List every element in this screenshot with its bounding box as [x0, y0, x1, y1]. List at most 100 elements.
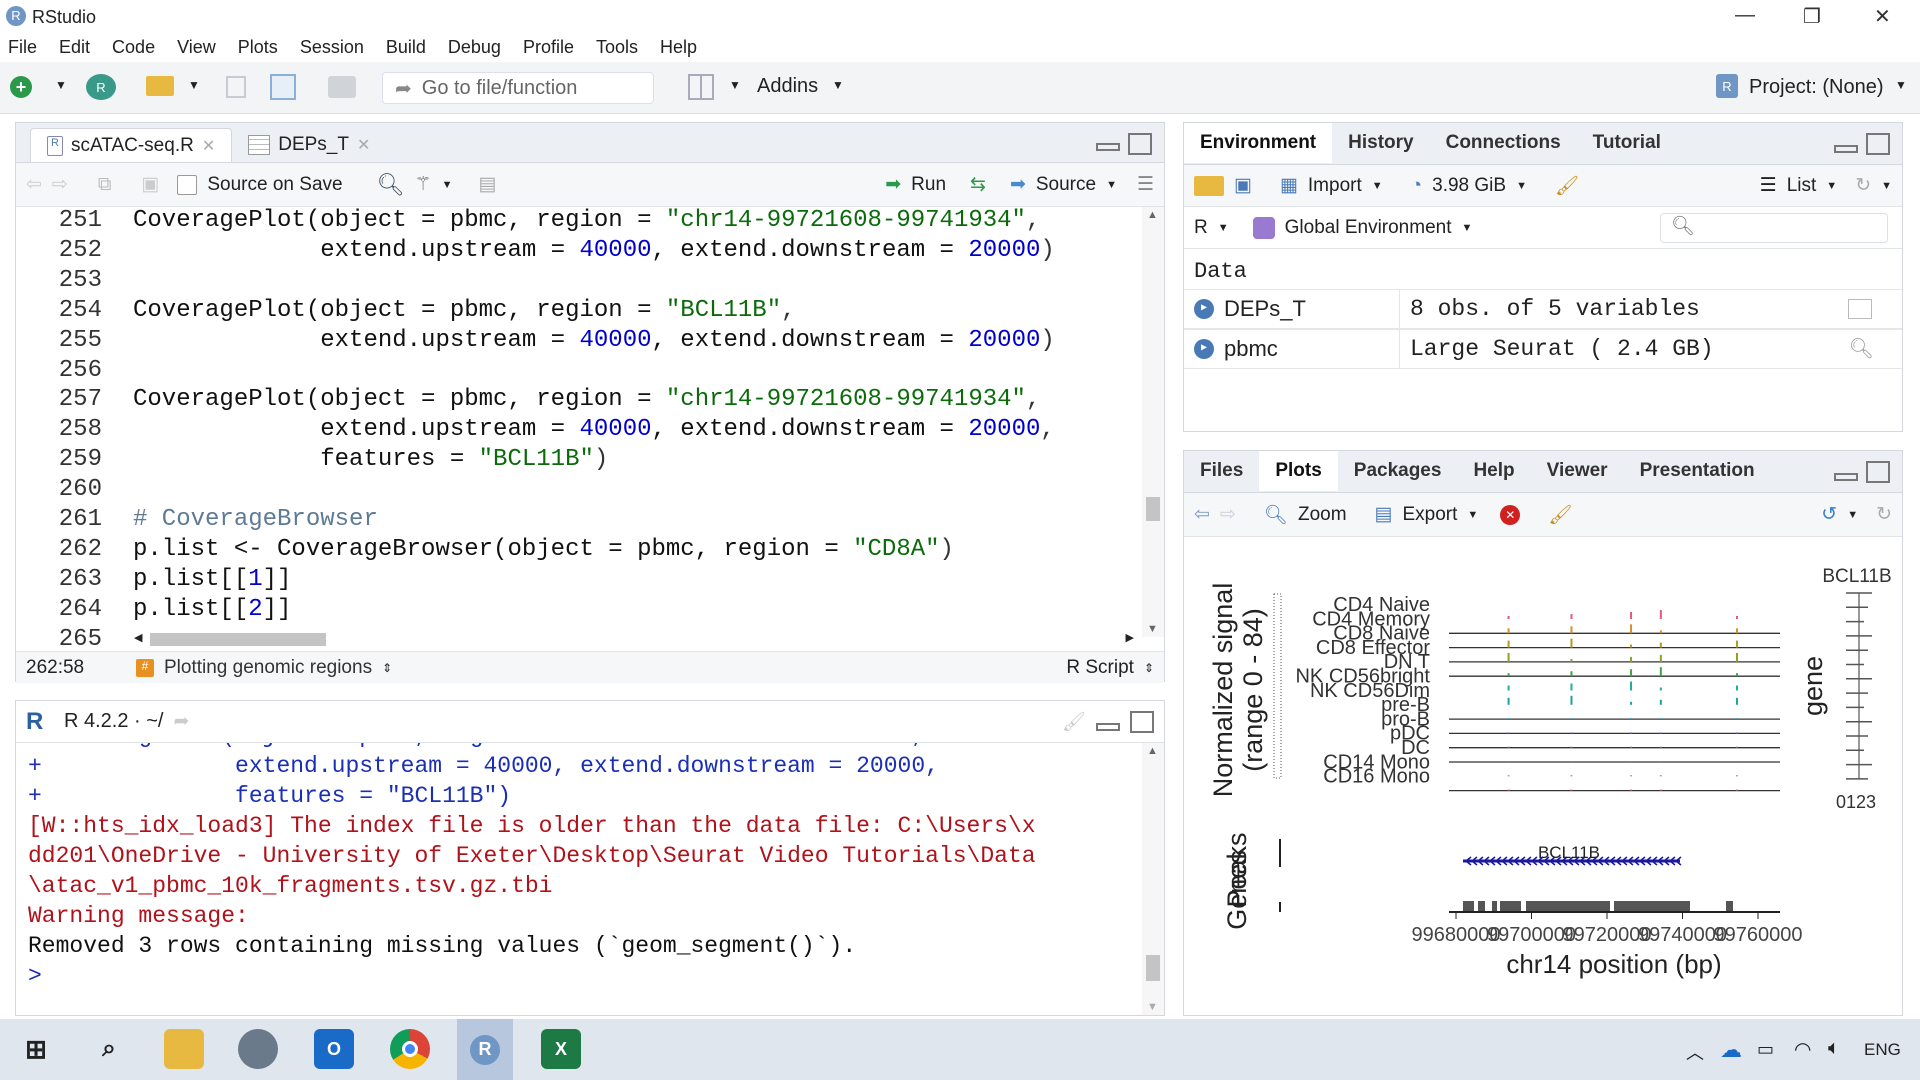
maximize-pane-icon[interactable] — [1866, 461, 1890, 483]
memory-usage[interactable]: 3.98 GiB — [1432, 175, 1506, 197]
menu-session[interactable]: Session — [300, 37, 364, 58]
tab-scatac-seq[interactable]: R scATAC-seq.R ✕ — [30, 128, 233, 162]
menu-edit[interactable]: Edit — [59, 37, 90, 58]
clear-plots-icon[interactable]: 🖌︎ — [1548, 503, 1572, 527]
next-plot-icon[interactable]: ⇨ — [1220, 503, 1236, 526]
go-to-file-input[interactable]: ➦ Go to file/function — [382, 72, 654, 104]
refresh-icon[interactable]: ↻ — [1876, 503, 1892, 526]
menu-debug[interactable]: Debug — [448, 37, 501, 58]
addins-button[interactable]: Addins — [757, 75, 818, 98]
menu-build[interactable]: Build — [386, 37, 426, 58]
pane-layout-icon[interactable] — [688, 74, 714, 100]
tab-files[interactable]: Files — [1184, 451, 1259, 491]
tab-help[interactable]: Help — [1457, 451, 1530, 491]
code-editor[interactable]: 251 CoveragePlot(object = pbmc, region = … — [16, 207, 1144, 651]
menu-help[interactable]: Help — [660, 37, 697, 58]
source-on-save-checkbox[interactable] — [177, 174, 198, 195]
magic-wand-icon[interactable]: ⚚ — [415, 173, 432, 196]
console-output[interactable]: + CoveragePlot(object = pbmc, region = "… — [16, 743, 1141, 1015]
minimize-pane-icon[interactable] — [1096, 722, 1120, 731]
save-all-icon[interactable] — [270, 74, 296, 100]
remove-plot-icon[interactable]: ✕ — [1500, 504, 1521, 525]
save-icon[interactable] — [226, 76, 246, 98]
save-icon[interactable]: ▣ — [141, 173, 159, 196]
vertical-scrollbar[interactable]: ▲ ▼ — [1142, 207, 1164, 637]
console-prompt[interactable]: > — [28, 963, 56, 989]
updown-icon[interactable]: ⇕ — [1144, 661, 1154, 675]
scope-selector[interactable]: Global Environment — [1285, 217, 1452, 239]
volume-icon[interactable]: 🔈︎ — [1828, 1037, 1840, 1060]
file-explorer-icon[interactable] — [164, 1029, 204, 1069]
tray-chevron-icon[interactable]: ︿ — [1686, 1039, 1704, 1065]
forward-icon[interactable]: ⇨ — [52, 173, 68, 196]
menu-tools[interactable]: Tools — [596, 37, 638, 58]
show-in-window-icon[interactable]: ⧉ — [98, 174, 112, 196]
tab-history[interactable]: History — [1332, 123, 1429, 163]
section-navigator[interactable]: Plotting genomic regions — [164, 657, 372, 679]
publish-icon[interactable]: ↺ — [1821, 503, 1837, 526]
restore-button[interactable]: ❐ — [1803, 4, 1821, 29]
dropdown-icon[interactable]: ▼ — [1467, 509, 1478, 521]
updown-icon[interactable]: ⇕ — [382, 661, 392, 675]
menu-plots[interactable]: Plots — [238, 37, 278, 58]
rerun-icon[interactable]: ⇆ — [970, 173, 986, 196]
maximize-pane-icon[interactable] — [1128, 133, 1152, 155]
load-workspace-icon[interactable] — [1194, 175, 1224, 196]
console-scrollbar[interactable]: ▲ ▼ — [1142, 743, 1164, 1015]
clear-workspace-icon[interactable]: 🖌︎ — [1555, 174, 1579, 198]
tab-connections[interactable]: Connections — [1430, 123, 1577, 163]
minimize-pane-icon[interactable] — [1834, 473, 1858, 481]
refresh-icon[interactable]: ↻ — [1855, 174, 1871, 197]
maximize-pane-icon[interactable] — [1866, 133, 1890, 155]
scroll-thumb[interactable] — [150, 633, 326, 646]
windows-start-icon[interactable]: ⊞ — [16, 1029, 56, 1069]
tab-deps-t[interactable]: DEPs_T ✕ — [232, 128, 386, 162]
dropdown-icon[interactable]: ▼ — [55, 78, 67, 92]
previous-plot-icon[interactable]: ⇦ — [1194, 503, 1210, 526]
save-workspace-icon[interactable]: ▣ — [1234, 174, 1252, 197]
source-button[interactable]: Source — [1036, 174, 1096, 196]
minimize-pane-icon[interactable] — [1096, 143, 1120, 151]
app-icon[interactable] — [238, 1029, 278, 1069]
scroll-down-icon[interactable]: ▼ — [1147, 623, 1158, 635]
scroll-up-icon[interactable]: ▲ — [1147, 745, 1158, 757]
menu-view[interactable]: View — [177, 37, 216, 58]
rstudio-taskbar-icon[interactable]: R — [457, 1019, 513, 1080]
tab-environment[interactable]: Environment — [1184, 123, 1333, 163]
chrome-icon[interactable] — [390, 1029, 430, 1069]
compile-report-icon[interactable]: ▤ — [478, 173, 496, 196]
export-button[interactable]: Export — [1403, 504, 1458, 526]
dropdown-icon[interactable]: ▼ — [188, 78, 200, 92]
dropdown-icon[interactable]: ▼ — [1372, 180, 1383, 192]
tab-plots[interactable]: Plots — [1259, 451, 1338, 491]
scroll-up-icon[interactable]: ▲ — [1147, 209, 1158, 221]
print-icon[interactable] — [328, 76, 356, 98]
search-icon[interactable]: ⌕ — [89, 1029, 129, 1069]
new-project-icon[interactable]: R — [86, 74, 116, 100]
onedrive-icon[interactable]: ☁ — [1720, 1037, 1742, 1063]
import-dataset-button[interactable]: Import — [1308, 175, 1362, 197]
search-icon[interactable]: 🔍︎ — [377, 172, 405, 198]
close-tab-icon[interactable]: ✕ — [357, 135, 370, 155]
go-to-directory-icon[interactable]: ➦ — [174, 710, 190, 733]
wifi-icon[interactable]: ◠ — [1794, 1037, 1811, 1062]
expand-icon[interactable]: ▶ — [1194, 299, 1214, 319]
tab-viewer[interactable]: Viewer — [1531, 451, 1624, 491]
dropdown-icon[interactable]: ▼ — [1516, 180, 1527, 192]
open-folder-icon[interactable] — [146, 76, 174, 96]
close-button[interactable]: ✕ — [1874, 4, 1891, 29]
environment-row[interactable]: ▶ DEPs_T 8 obs. of 5 variables — [1184, 289, 1902, 329]
environment-search-input[interactable]: 🔍︎ — [1660, 213, 1888, 243]
scroll-down-icon[interactable]: ▼ — [1147, 1001, 1158, 1013]
scroll-left-icon[interactable]: ◀ — [134, 631, 142, 644]
scroll-right-icon[interactable]: ▶ — [1126, 631, 1134, 644]
dropdown-icon[interactable]: ▼ — [1826, 180, 1837, 192]
menu-file[interactable]: File — [8, 37, 37, 58]
excel-icon[interactable]: X — [541, 1029, 581, 1069]
expand-icon[interactable]: ▶ — [1194, 339, 1214, 359]
new-file-icon[interactable]: + — [10, 76, 32, 98]
language-indicator[interactable]: ENG — [1864, 1040, 1901, 1060]
dropdown-icon[interactable]: ▼ — [1106, 179, 1117, 191]
dropdown-icon[interactable]: ▼ — [729, 78, 741, 92]
language-selector[interactable]: R — [1194, 217, 1208, 239]
